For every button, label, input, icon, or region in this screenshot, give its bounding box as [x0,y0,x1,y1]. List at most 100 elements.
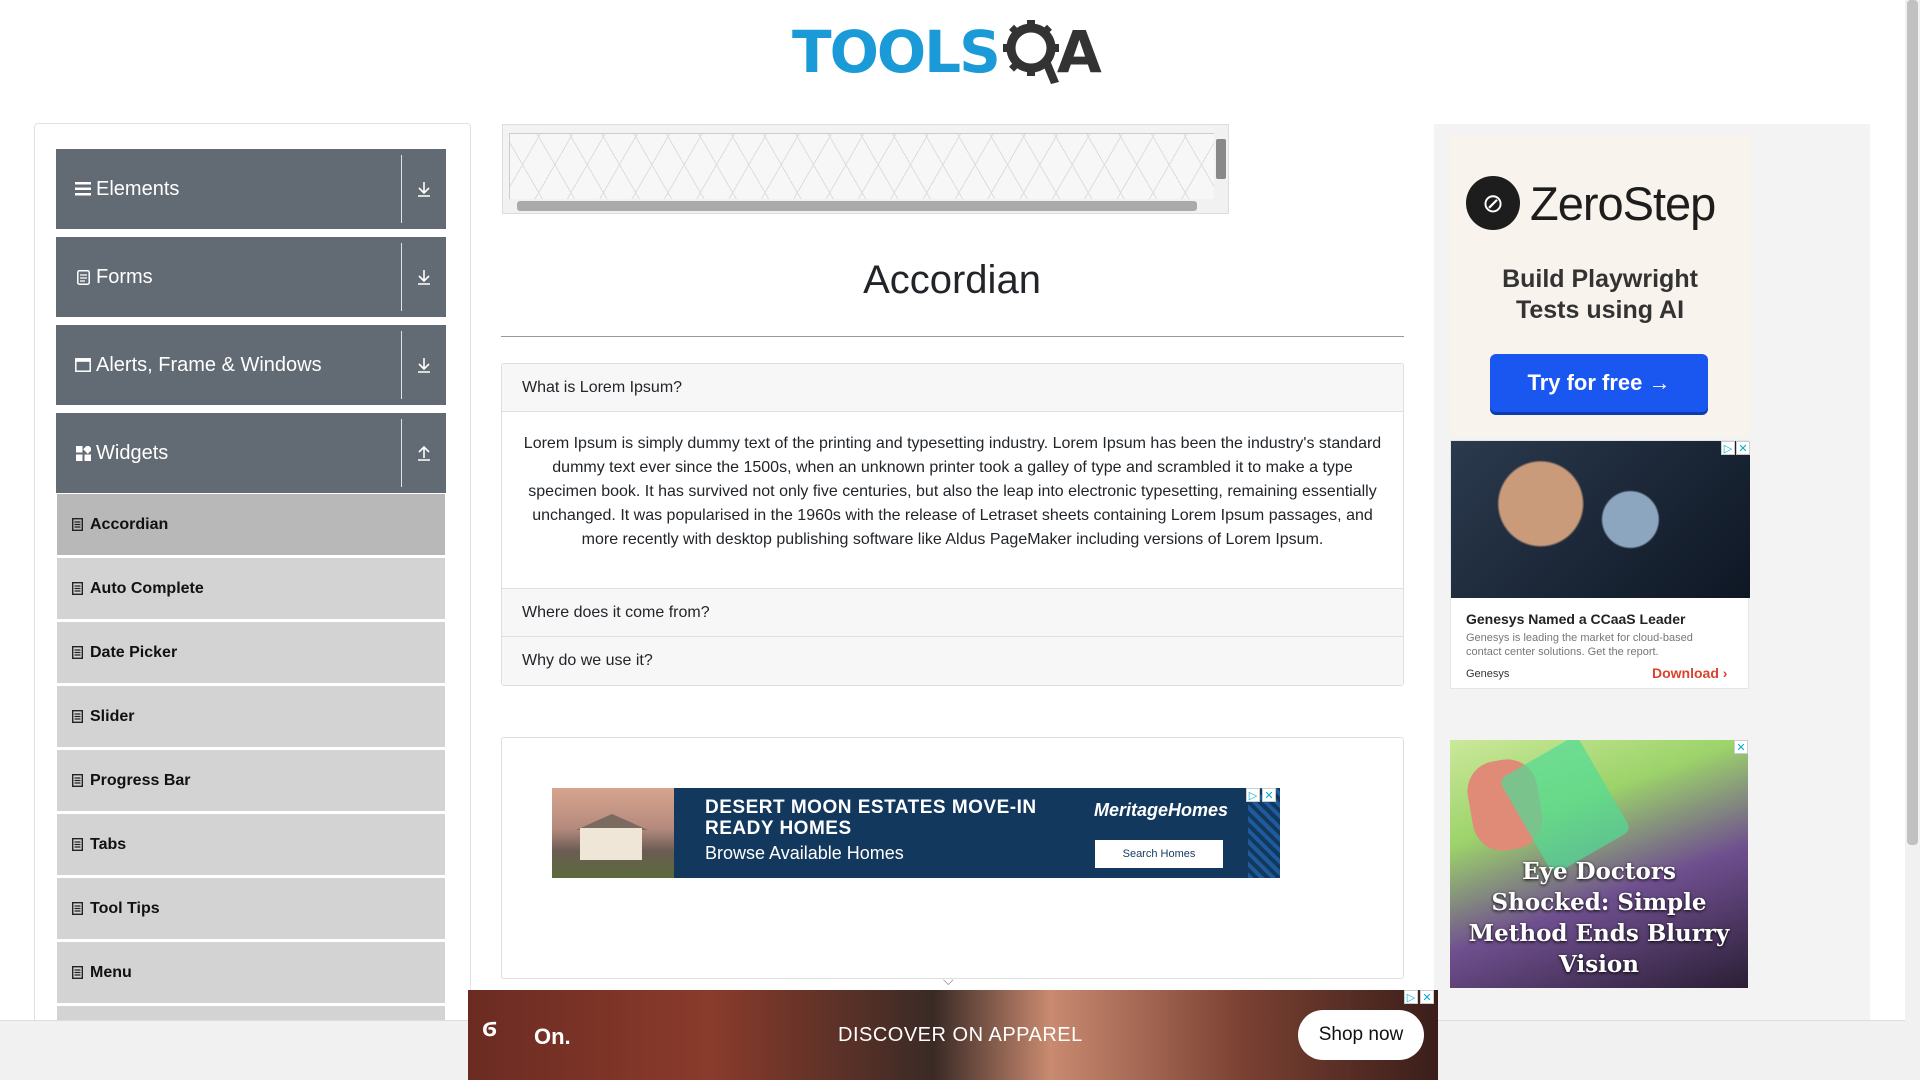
accordion: What is Lorem Ipsum? Lorem Ipsum is simp… [501,363,1404,686]
download-link[interactable]: Download › [1652,665,1727,681]
list-icon [72,518,84,532]
zerostep-name: ZeroStep [1530,177,1716,230]
adchoices-icon[interactable]: ▷ [1721,441,1735,455]
list-icon [72,774,84,788]
on-headline: DISCOVER ON APPAREL [838,1024,1083,1046]
divider [401,155,402,223]
try-for-free-button[interactable]: Try for free → [1490,354,1708,412]
zerostep-tagline: Build Playwright Tests using AI [1502,265,1698,324]
list-icon [72,646,84,660]
sidebar-item-menu[interactable]: Menu [57,941,445,1003]
list-icon [72,582,84,596]
vertical-scrollbar[interactable] [1214,125,1228,201]
sidebar-item-date-picker[interactable]: Date Picker [57,621,445,683]
logo-text: TOOLS [792,18,1001,86]
sidebar-item-tool-tips[interactable]: Tool Tips [57,877,445,939]
ad-headline: DESERT MOON ESTATES MOVE-IN READY HOMES [705,797,1037,839]
sidebar-item-label: Menu [90,963,132,981]
house-shape [580,828,642,860]
ad-brand: MeritageHomes [1094,800,1229,820]
page: TOOLS A Elements Forms Alerts, Frame & W… [0,0,1920,1080]
sidebar-item-accordian[interactable]: Accordian [57,493,445,555]
sidebar-group-elements[interactable]: Elements [56,149,446,229]
close-icon[interactable]: ✕ [1420,990,1434,1004]
sidebar-group-label: Forms [96,265,153,288]
download-arrow-icon[interactable] [412,177,436,201]
window-icon [74,356,92,374]
cup-image [1498,740,1632,876]
sidebar-group-label: Alerts, Frame & Windows [96,353,322,376]
ad-subheadline: Browse Available Homes [705,843,904,863]
genesys-brand: Genesys [1466,668,1510,680]
eye-headline: Eye Doctors Shocked: Simple Method Ends … [1468,858,1730,978]
page-scrollbar[interactable] [1905,0,1920,1080]
close-icon[interactable]: ✕ [1262,788,1276,802]
upload-arrow-icon[interactable] [412,441,436,465]
download-arrow-icon[interactable] [412,265,436,289]
scroll-thumb[interactable] [1907,0,1918,845]
woman-tablet-image [1451,441,1750,598]
sidebar-item-tabs[interactable]: Tabs [57,813,445,875]
sidebar-group-label: Elements [96,177,180,200]
chevron-right-icon: › [1722,665,1728,681]
sidebar-item-label: Date Picker [90,643,178,661]
adchoices-icon[interactable]: ▷ [1404,990,1418,1004]
toolsqa-logo[interactable]: TOOLS A [792,14,1118,90]
close-icon[interactable]: ✕ [1736,441,1750,455]
genesys-title: Genesys Named a CCaaS Leader [1466,611,1686,627]
logo-suffix: A [1056,18,1102,86]
accordion-body-what-is: Lorem Ipsum is simply dummy text of the … [502,412,1403,589]
eye-doctors-ad[interactable]: ✕ Eye Doctors Shocked: Simple Method End… [1450,740,1748,988]
list-icon [72,902,84,916]
horizontal-scrollbar[interactable] [503,199,1228,213]
close-icon[interactable]: ✕ [1734,740,1748,754]
sidebar-item-label: Progress Bar [90,771,191,789]
sidebar-item-label: Auto Complete [90,579,204,597]
widgets-icon [74,444,92,462]
sidebar-item-label: Tool Tips [90,899,160,917]
shop-now-button[interactable]: Shop now [1298,1010,1424,1060]
scroll-thumb[interactable] [1216,139,1226,179]
scroll-thumb[interactable] [517,201,1197,211]
on-brand: On. [534,1024,571,1049]
adchoices-icon[interactable]: ▷ [1246,788,1260,802]
top-banner-frame[interactable] [502,124,1229,214]
sidebar-group-alerts[interactable]: Alerts, Frame & Windows [56,325,446,405]
desert-moon-ad[interactable]: DESERT MOON ESTATES MOVE-IN READY HOMES … [552,788,1280,878]
zerostep-logo-icon: ⊘ [1466,176,1520,230]
sidebar-item-slider[interactable]: Slider [57,685,445,747]
house-image [552,788,674,878]
accordion-header-where-from[interactable]: Where does it come from? [502,589,1403,637]
accordion-header-what-is[interactable]: What is Lorem Ipsum? [502,364,1403,412]
sidebar-item-auto-complete[interactable]: Auto Complete [57,557,445,619]
genesys-description: Genesys is leading the market for cloud-… [1466,632,1693,658]
list-icon [72,710,84,724]
genesys-ad[interactable]: ▷ ✕ Genesys Named a CCaaS Leader Genesys… [1450,440,1750,689]
download-label: Download [1652,665,1719,681]
sidebar-group-widgets[interactable]: Widgets [56,413,446,493]
download-arrow-icon[interactable] [412,353,436,377]
on-logo-icon: ϭ [482,1012,498,1042]
divider [401,243,402,311]
divider [401,419,402,487]
sidebar-item-label: Accordian [90,515,169,533]
page-title: Accordian [863,258,1041,302]
chevron-down-icon[interactable]: ⌵ [943,972,954,989]
sidebar-group-forms[interactable]: Forms [56,237,446,317]
bars-icon [74,180,92,198]
on-apparel-ad[interactable]: ϭ On. DISCOVER ON APPAREL Shop now ▷ ✕ [468,990,1438,1080]
form-icon [74,268,92,286]
sidebar-item-progress-bar[interactable]: Progress Bar [57,749,445,811]
gear-icon [1002,12,1061,93]
sidebar-item-label: Slider [90,707,135,725]
zerostep-ad[interactable]: ⊘ ZeroStep Build Playwright Tests using … [1450,136,1750,436]
sidebar-item-label: Tabs [90,835,127,853]
list-icon [72,838,84,852]
divider [401,331,402,399]
banner-pattern [509,133,1215,201]
sidebar-group-label: Widgets [96,441,169,464]
title-divider [501,336,1404,337]
accordion-header-why-use[interactable]: Why do we use it? [502,637,1403,685]
list-icon [72,966,84,980]
search-homes-button[interactable]: Search Homes [1095,840,1223,868]
